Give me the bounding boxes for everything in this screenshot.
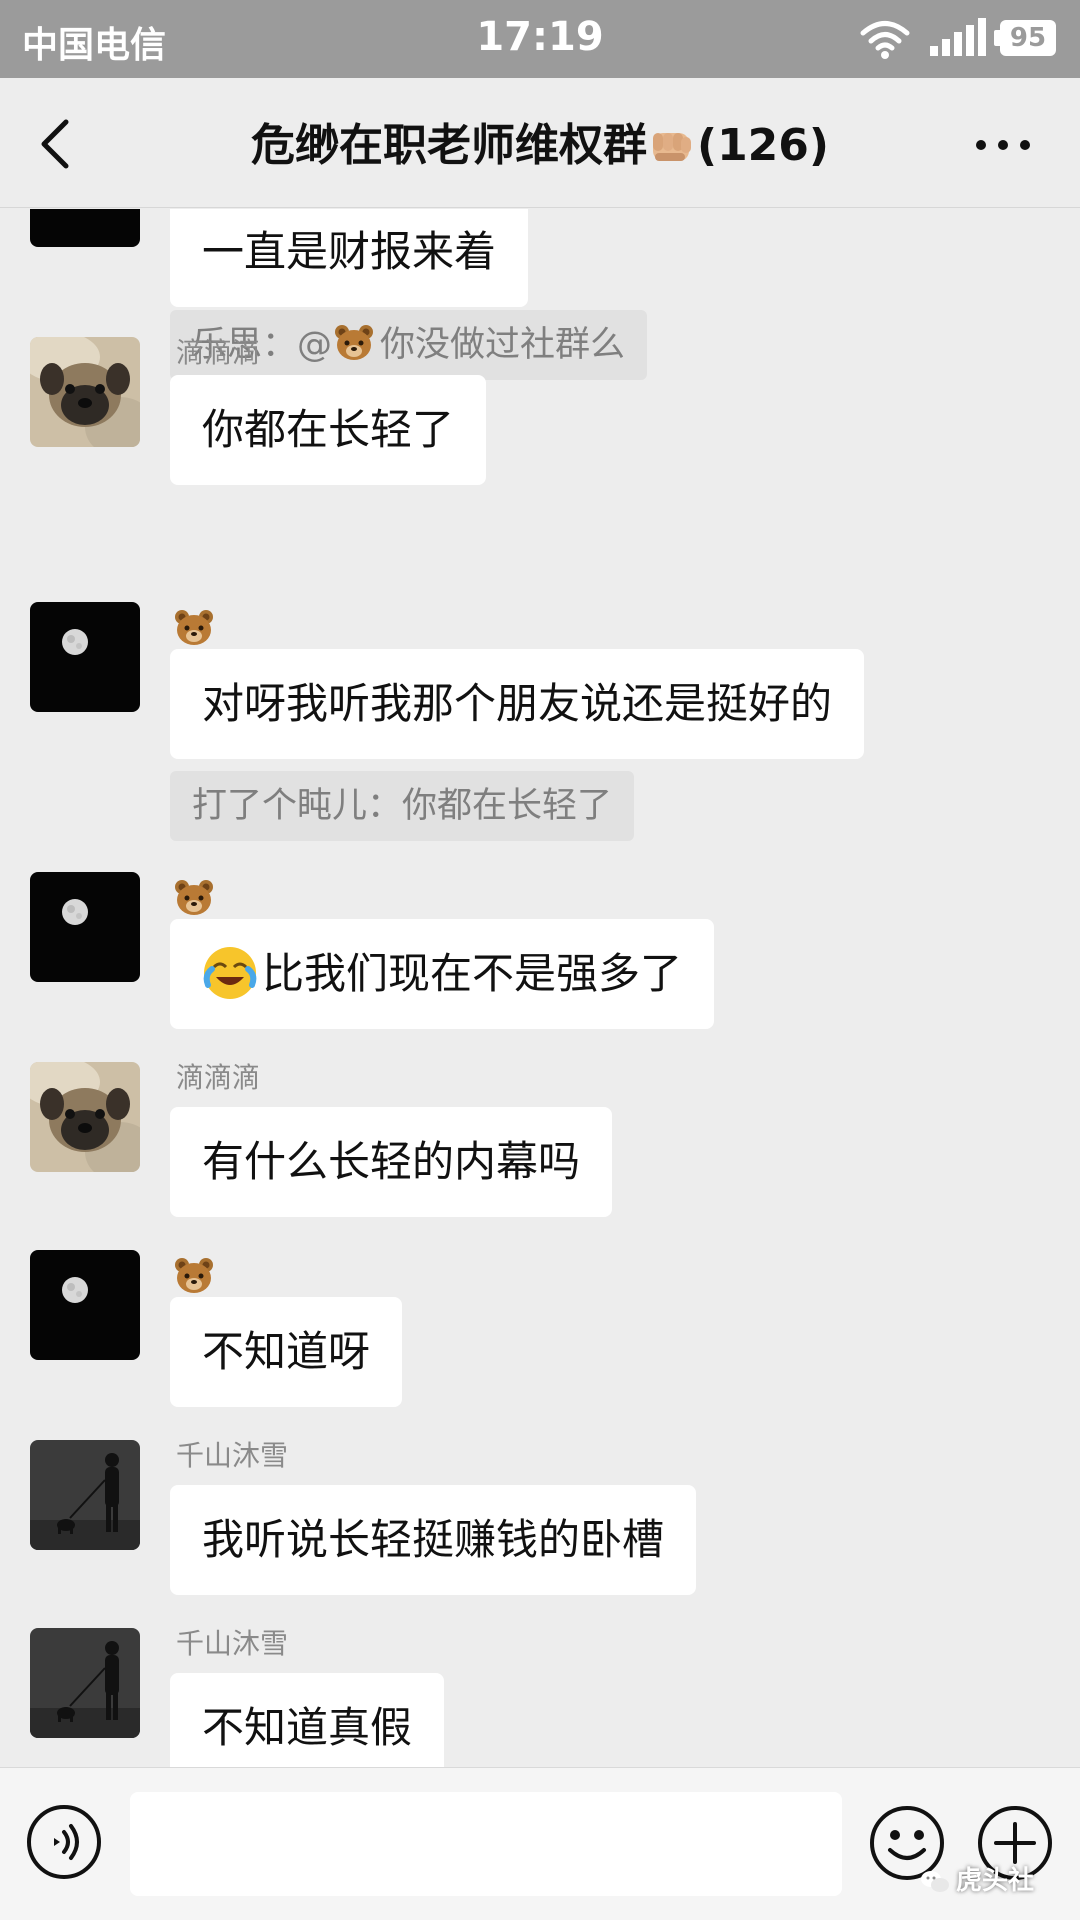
message-bubble[interactable]: 有什么长轻的内幕吗	[170, 1107, 613, 1217]
back-arrow-icon[interactable]	[30, 116, 80, 172]
chat-screen: 中国电信 17:19 95 危缈在职老师维权群 (126) 一直是财报来着 乐思…	[0, 0, 1080, 1920]
crying-laughing-emoji-icon	[203, 946, 257, 999]
message-bubble[interactable]: 不知道真假	[170, 1673, 445, 1767]
sender-name: 千山沐雪	[176, 1627, 289, 1660]
quote-text: 打了个盹儿：你都在长轻了	[192, 786, 613, 826]
nav-bar: 危缈在职老师维权群 (126)	[0, 78, 1080, 208]
page-title: 危缈在职老师维权群 (126)	[120, 114, 960, 174]
status-bar: 中国电信 17:19 95	[0, 0, 1080, 78]
message-list[interactable]: 一直是财报来着 乐思：@ 你没做过社群么 滴滴滴 你都在长轻了 对呀我听我那个朋…	[0, 209, 1080, 1767]
member-count: (126)	[696, 120, 830, 171]
bear-emoji-icon	[175, 880, 213, 915]
message-text: 比我们现在不是强多了	[262, 949, 683, 998]
sender-name: 滴滴滴	[176, 1061, 261, 1094]
bear-emoji-icon	[175, 610, 213, 645]
wechat-icon	[921, 1870, 949, 1892]
silhouette-avatar[interactable]	[30, 1628, 140, 1738]
sender-name: 滴滴滴	[176, 336, 261, 369]
watermark: 虎头社	[920, 1860, 1034, 1897]
pug-avatar[interactable]	[30, 337, 140, 447]
message-bubble[interactable]: 对呀我听我那个朋友说还是挺好的	[170, 649, 865, 759]
fist-emoji-icon	[652, 133, 691, 161]
group-name: 危缈在职老师维权群	[250, 120, 647, 171]
silhouette-avatar[interactable]	[30, 1440, 140, 1550]
watermark-text: 虎头社	[956, 1866, 1035, 1896]
message-input[interactable]	[130, 1792, 842, 1896]
battery-level: 95	[1009, 23, 1047, 53]
moon-avatar[interactable]	[30, 602, 140, 712]
battery-indicator: 95	[994, 20, 1060, 56]
message-bubble[interactable]: 比我们现在不是强多了	[170, 919, 715, 1029]
bear-emoji-icon	[175, 1258, 213, 1293]
moon-avatar[interactable]	[30, 872, 140, 982]
pug-avatar[interactable]	[30, 1062, 140, 1172]
moon-avatar[interactable]	[30, 1250, 140, 1360]
wifi-icon	[860, 21, 910, 59]
sender-name: 千山沐雪	[176, 1439, 289, 1472]
more-icon-dot	[998, 140, 1008, 150]
quote-text: 你没做过社群么	[380, 325, 626, 365]
signal-icon	[930, 18, 986, 56]
message-bubble[interactable]: 不知道呀	[170, 1297, 403, 1407]
bear-emoji-icon	[335, 325, 374, 360]
quoted-reply[interactable]: 打了个盹儿：你都在长轻了	[170, 771, 635, 841]
message-bubble[interactable]: 我听说长轻挺赚钱的卧槽	[170, 1485, 697, 1595]
message-bubble[interactable]: 你都在长轻了	[170, 375, 487, 485]
more-icon-dot	[976, 140, 986, 150]
moon-avatar[interactable]	[30, 209, 140, 247]
input-bar	[0, 1767, 1080, 1920]
voice-icon[interactable]	[26, 1804, 102, 1880]
more-icon-dot	[1020, 140, 1030, 150]
clock: 17:19	[476, 14, 604, 60]
more-button[interactable]	[976, 134, 1032, 154]
message-bubble[interactable]: 一直是财报来着	[170, 209, 529, 307]
